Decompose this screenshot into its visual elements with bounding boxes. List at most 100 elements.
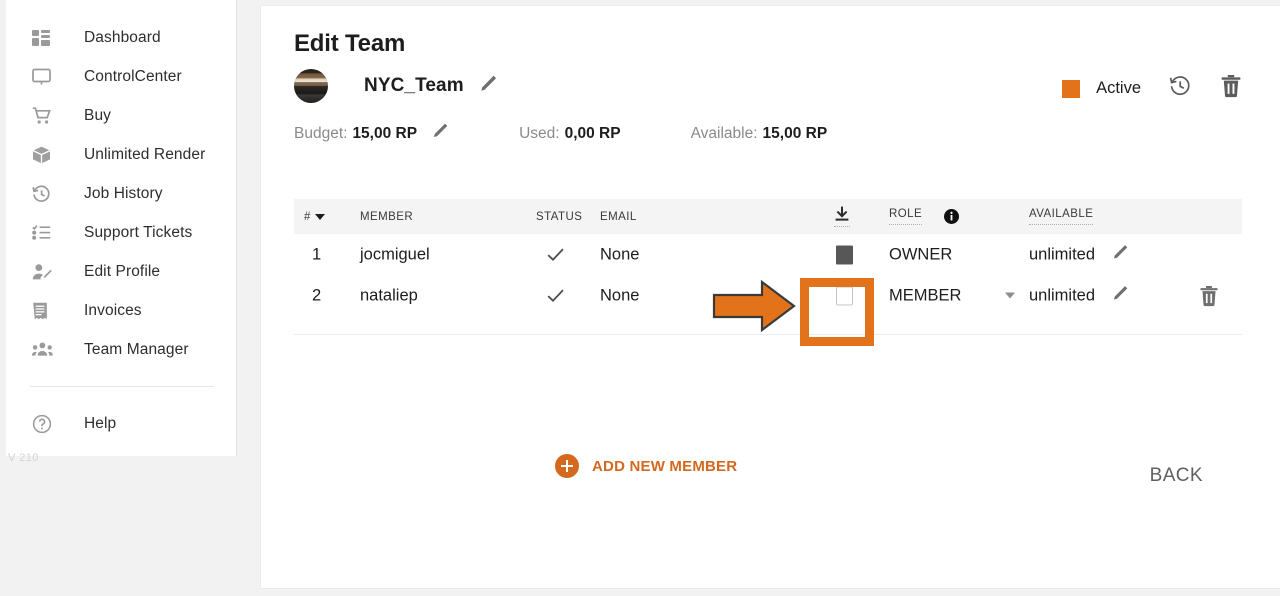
budget-summary-row: Budget: 15,00 RP Used: 0,00 RP Available… bbox=[294, 122, 827, 145]
sidebar-nav-list: Dashboard ControlCenter Buy Unlimited Re… bbox=[6, 0, 236, 443]
sidebar-item-label: Edit Profile bbox=[84, 262, 161, 280]
sidebar-item-dashboard[interactable]: Dashboard bbox=[6, 18, 236, 57]
column-header-email: EMAIL bbox=[600, 210, 637, 223]
pencil-icon[interactable] bbox=[431, 122, 449, 145]
used-label: Used: bbox=[519, 124, 560, 142]
page-title: Edit Team bbox=[294, 30, 406, 57]
sidebar-item-label: Team Manager bbox=[84, 340, 189, 358]
column-header-available[interactable]: AVAILABLE bbox=[1029, 208, 1094, 225]
trash-icon[interactable] bbox=[1220, 74, 1242, 103]
members-table: # MEMBER STATUS EMAIL ROLE AVAILABLE 1 j… bbox=[294, 199, 1242, 335]
budget-group: Budget: 15,00 RP bbox=[294, 125, 417, 143]
sidebar-item-buy[interactable]: Buy bbox=[6, 96, 236, 135]
column-header-number-label: # bbox=[304, 210, 311, 223]
pencil-icon[interactable] bbox=[1111, 243, 1129, 266]
help-circle-icon bbox=[32, 413, 58, 435]
available-group: Available: 15,00 RP bbox=[691, 125, 828, 143]
row-role: OWNER bbox=[889, 245, 952, 264]
status-badge bbox=[1062, 79, 1081, 98]
sidebar-item-controlcenter[interactable]: ControlCenter bbox=[6, 57, 236, 96]
budget-label: Budget: bbox=[294, 124, 348, 142]
row-delete-button[interactable] bbox=[1199, 285, 1219, 307]
row-available-label: unlimited bbox=[1029, 286, 1096, 304]
pencil-icon[interactable] bbox=[478, 74, 498, 99]
table-bottom-divider bbox=[294, 334, 1242, 335]
available-label: Available: bbox=[690, 124, 758, 142]
user-edit-icon bbox=[32, 261, 58, 283]
status-label: Active bbox=[1096, 79, 1141, 97]
users-icon bbox=[32, 339, 58, 361]
cart-icon bbox=[32, 105, 58, 127]
row-available-label: unlimited bbox=[1029, 245, 1096, 263]
back-button[interactable]: BACK bbox=[1150, 465, 1203, 487]
checkbox-unchecked-icon bbox=[836, 286, 853, 305]
sidebar-item-label: Dashboard bbox=[84, 28, 161, 46]
sidebar: Dashboard ControlCenter Buy Unlimited Re… bbox=[6, 0, 237, 456]
column-header-status: STATUS bbox=[536, 210, 583, 223]
sidebar-item-label: Invoices bbox=[84, 301, 142, 319]
sidebar-item-team-manager[interactable]: Team Manager bbox=[6, 330, 236, 369]
list-icon bbox=[32, 222, 58, 244]
table-row[interactable]: 2 nataliep None MEMBER unlimited bbox=[294, 275, 1242, 316]
sort-caret-icon bbox=[314, 213, 325, 220]
version-label: V 210 bbox=[8, 452, 39, 464]
column-header-number[interactable]: # bbox=[304, 211, 325, 223]
download-icon[interactable] bbox=[834, 206, 850, 227]
check-icon bbox=[546, 286, 565, 305]
row-available: unlimited bbox=[1029, 284, 1129, 307]
row-member-name: nataliep bbox=[360, 286, 418, 304]
sidebar-item-invoices[interactable]: Invoices bbox=[6, 291, 236, 330]
add-new-member-button[interactable]: ADD NEW MEMBER bbox=[555, 454, 737, 478]
row-email: None bbox=[600, 245, 640, 263]
info-icon[interactable] bbox=[944, 209, 959, 224]
sidebar-item-support-tickets[interactable]: Support Tickets bbox=[6, 213, 236, 252]
team-status-cluster: Active bbox=[1062, 74, 1242, 103]
row-role-label: MEMBER bbox=[889, 286, 962, 304]
sidebar-item-job-history[interactable]: Job History bbox=[6, 174, 236, 213]
sidebar-item-help[interactable]: Help bbox=[6, 404, 236, 443]
available-value: 15,00 RP bbox=[762, 124, 828, 142]
row-select-checkbox[interactable] bbox=[836, 286, 853, 305]
chevron-down-icon bbox=[1005, 292, 1016, 299]
sidebar-divider bbox=[30, 386, 214, 387]
budget-value: 15,00 RP bbox=[352, 124, 418, 142]
monitor-icon bbox=[32, 66, 58, 88]
invoice-icon bbox=[32, 300, 58, 322]
history-icon bbox=[32, 183, 58, 205]
team-name: NYC_Team bbox=[364, 75, 464, 96]
row-select-checkbox[interactable] bbox=[836, 245, 853, 264]
main-panel: Edit Team NYC_Team Budget: 15,00 RP Used… bbox=[260, 5, 1280, 589]
row-member-name: jocmiguel bbox=[360, 245, 430, 263]
pencil-icon[interactable] bbox=[1111, 284, 1129, 307]
sidebar-item-unlimited-render[interactable]: Unlimited Render bbox=[6, 135, 236, 174]
row-email: None bbox=[600, 286, 640, 304]
app-root: Dashboard ControlCenter Buy Unlimited Re… bbox=[0, 0, 1280, 596]
used-value: 0,00 RP bbox=[564, 124, 621, 142]
dashboard-icon bbox=[32, 27, 58, 49]
avatar bbox=[294, 69, 328, 103]
sidebar-item-label: Support Tickets bbox=[84, 223, 193, 241]
add-new-member-label: ADD NEW MEMBER bbox=[592, 457, 738, 475]
row-role-label: OWNER bbox=[889, 245, 953, 263]
row-number: 1 bbox=[312, 245, 322, 263]
column-header-member: MEMBER bbox=[360, 210, 414, 223]
sidebar-item-label: Help bbox=[84, 414, 117, 432]
used-group: Used: 0,00 RP bbox=[519, 125, 621, 143]
box-icon bbox=[32, 144, 58, 166]
row-number: 2 bbox=[312, 286, 322, 304]
clock-rewind-icon[interactable] bbox=[1168, 74, 1192, 103]
check-icon bbox=[546, 245, 565, 264]
row-role-dropdown[interactable]: MEMBER bbox=[889, 286, 1016, 305]
plus-circle-icon bbox=[555, 454, 579, 478]
row-available: unlimited bbox=[1029, 243, 1129, 266]
team-identity-row: NYC_Team bbox=[294, 69, 498, 103]
sidebar-item-label: Unlimited Render bbox=[84, 145, 206, 163]
column-header-role[interactable]: ROLE bbox=[889, 208, 923, 225]
table-header-row: # MEMBER STATUS EMAIL ROLE AVAILABLE bbox=[294, 199, 1242, 234]
sidebar-item-edit-profile[interactable]: Edit Profile bbox=[6, 252, 236, 291]
sidebar-item-label: Job History bbox=[84, 184, 163, 202]
sidebar-item-label: ControlCenter bbox=[84, 67, 182, 85]
checkbox-checked-icon bbox=[836, 245, 853, 264]
table-row[interactable]: 1 jocmiguel None OWNER unlimited bbox=[294, 234, 1242, 275]
sidebar-item-label: Buy bbox=[84, 106, 112, 124]
